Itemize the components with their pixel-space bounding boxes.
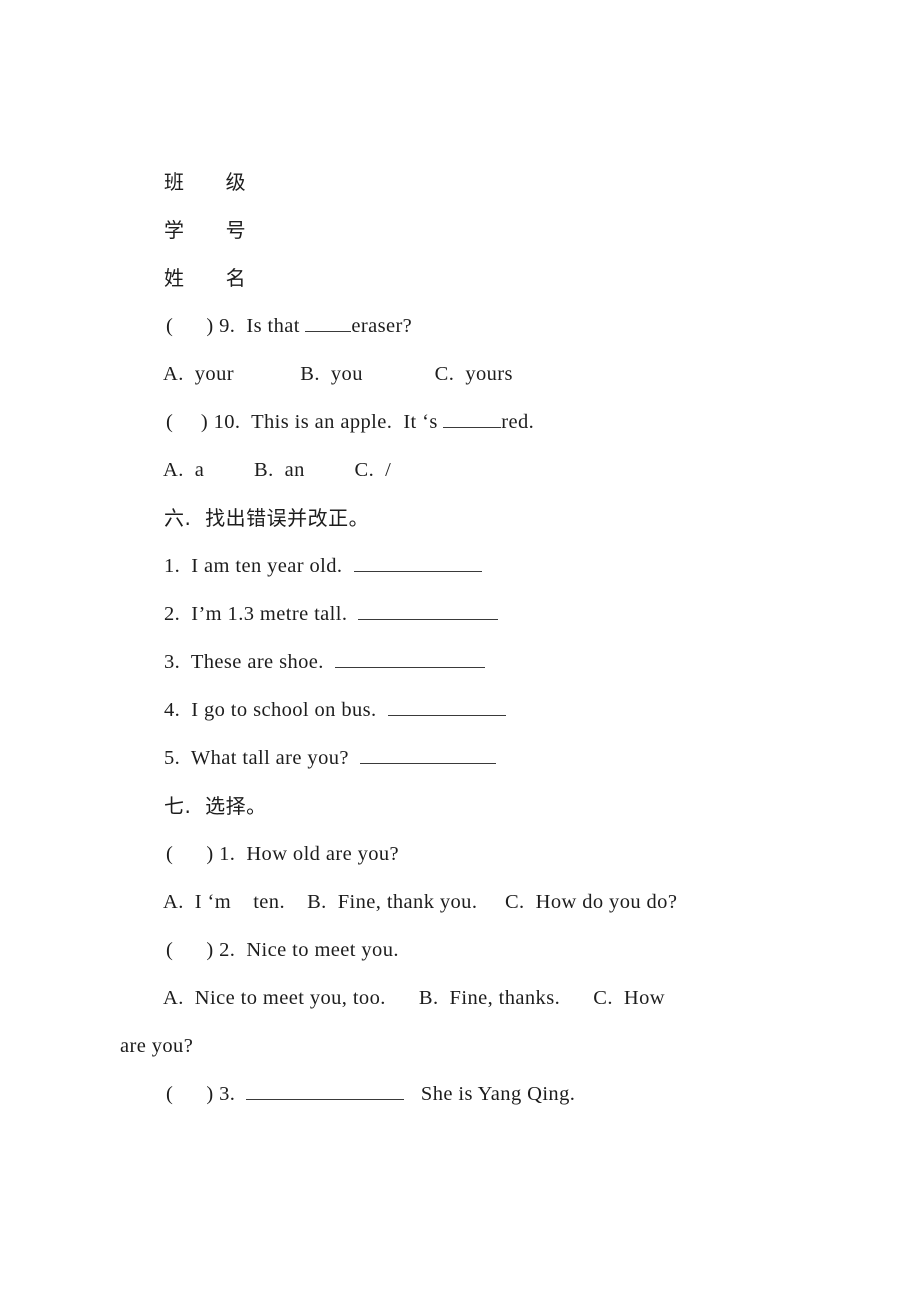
section-7-question-2-options-wrap[interactable]: are you? [118, 1022, 908, 1070]
section-7-question-3-stem: ( ) 3. She is Yang Qing. [118, 1070, 908, 1118]
section-6-item-1: 1. I am ten year old. [118, 542, 908, 590]
section-7-heading: 七. 选择。 [164, 794, 267, 818]
section-6-heading: 六. 找出错误并改正。 [164, 506, 370, 530]
section-6-item-2: 2. I’m 1.3 metre tall. [118, 590, 908, 638]
section-6-item-5-blank[interactable] [359, 746, 496, 764]
question-10-options[interactable]: A. a B. an C. / [118, 446, 908, 494]
section-7-question-2-options[interactable]: A. Nice to meet you, too. B. Fine, thank… [118, 974, 908, 1022]
section-6-item-4-blank[interactable] [387, 698, 506, 716]
question-9-stem-tail: eraser? [351, 315, 413, 337]
section-7-question-1-stem: ( ) 1. How old are you? [166, 843, 400, 865]
question-9-blank[interactable] [305, 314, 352, 332]
section-6-item-2-blank[interactable] [358, 602, 499, 620]
section-7-question-3-text: She is Yang Qing. [404, 1083, 576, 1105]
header-field-student-number: 学 号 [164, 218, 247, 242]
header-field-class: 班 级 [164, 170, 247, 194]
section-7-question-1-options[interactable]: A. I ‘m ten. B. Fine, thank you. C. How … [118, 878, 908, 926]
section-6-item-2-text: 2. I’m 1.3 metre tall. [164, 603, 359, 625]
question-10-stem-tail: red. [501, 411, 535, 433]
section-6-item-1-blank[interactable] [353, 554, 482, 572]
header-field-name: 姓 名 [164, 266, 247, 290]
section-6-item-3: 3. These are shoe. [118, 638, 908, 686]
section-7-question-2-stem: ( ) 2. Nice to meet you. [166, 939, 399, 961]
section-7-question-3-blank[interactable] [246, 1082, 405, 1100]
section-6-item-3-blank[interactable] [334, 650, 485, 668]
section-6-item-5-text: 5. What tall are you? [164, 747, 360, 769]
section-6-item-3-text: 3. These are shoe. [164, 651, 335, 673]
question-9-options[interactable]: A. your B. you C. yours [118, 350, 908, 398]
section-6-item-5: 5. What tall are you? [118, 734, 908, 782]
section-7-question-3-label: ( ) 3. [166, 1083, 247, 1105]
worksheet-page: 班 级 学 号 姓 名 ( ) 9. Is that eraser? A. yo… [0, 0, 920, 1302]
question-10-blank[interactable] [443, 410, 502, 428]
question-9-stem: ( ) 9. Is that eraser? [118, 302, 908, 350]
section-6-item-1-text: 1. I am ten year old. [164, 555, 354, 577]
question-9-stem-text: ( ) 9. Is that [166, 315, 306, 337]
section-6-item-4: 4. I go to school on bus. [118, 686, 908, 734]
question-10-stem-text: ( ) 10. This is an apple. It ‘s [166, 411, 444, 433]
section-6-item-4-text: 4. I go to school on bus. [164, 699, 388, 721]
question-10-stem: ( ) 10. This is an apple. It ‘s red. [118, 398, 908, 446]
document-body: 班 级 学 号 姓 名 ( ) 9. Is that eraser? A. yo… [118, 158, 908, 1118]
